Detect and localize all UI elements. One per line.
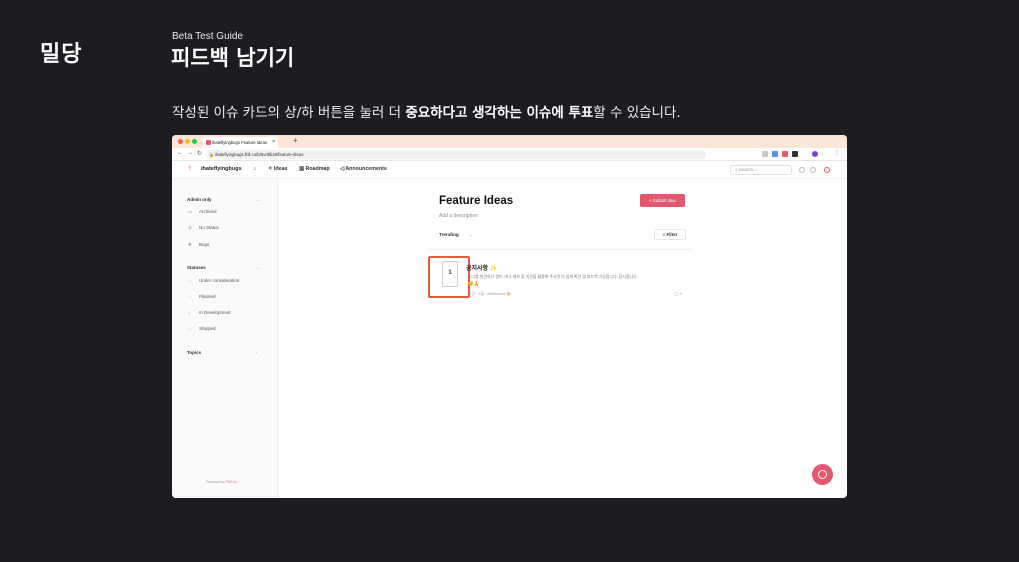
search-input[interactable]: ⌕ Search... — [730, 165, 792, 175]
window-maximize-dot[interactable] — [192, 139, 197, 144]
powered-brand: Frill.co — [225, 480, 237, 484]
nav-roadmap[interactable]: ▥ Roadmap — [299, 166, 330, 172]
description-text-end: 할 수 있습니다. — [593, 105, 681, 121]
post-body: 버그를 발견하신 경우, 버그 제보 및 의견을 활용해 주시면 더 쉽게 확인… — [468, 274, 637, 279]
sidebar-item-shipped[interactable]: ○ Shipped — [188, 326, 216, 331]
description-bold: 중요하다고 생각하는 이슈에 투표 — [405, 105, 594, 121]
powered-label: Powered by — [206, 480, 225, 484]
sidebar-item-label: Shipped — [199, 326, 216, 331]
slide-description: 작성된 이슈 카드의 상/하 버튼을 눌러 더 중요하다고 생각하는 이슈에 투… — [172, 101, 681, 121]
help-chat-button[interactable] — [812, 464, 833, 485]
extension-icon[interactable] — [782, 151, 788, 157]
status-dot-icon: ○ — [188, 310, 191, 315]
user-avatar[interactable] — [824, 167, 830, 173]
chevron-down-icon[interactable]: ⌄ — [469, 232, 472, 237]
sidebar-group-statuses[interactable]: Statuses — [187, 265, 206, 270]
app-name[interactable]: ihateflyingbugs — [201, 166, 242, 172]
window-close-dot[interactable] — [178, 139, 183, 144]
sidebar-item-label: Under consideration — [199, 278, 240, 283]
filter-label: Filter — [666, 232, 678, 237]
notification-icon[interactable] — [799, 167, 805, 173]
extensions-puzzle-icon[interactable] — [792, 151, 798, 157]
filter-button[interactable]: ≡ Filter — [654, 229, 686, 240]
sidebar-item-under-consideration[interactable]: ○ Under consideration — [188, 278, 239, 283]
app-navbar: ! ihateflyingbugs ⌂ ✧ Ideas ▥ Roadmap ◁ … — [172, 161, 847, 179]
status-dot-icon: ○ — [188, 278, 191, 283]
address-bar[interactable]: 🔒 ihateflyingbugs.frill.co/b/6vr0lk40/fe… — [206, 150, 706, 159]
chevron-down-icon[interactable]: ⌄ — [256, 265, 259, 270]
sidebar-item-planned[interactable]: ○ Planned — [188, 294, 216, 299]
home-icon[interactable]: ⌂ — [253, 166, 256, 172]
sidebar-item-label: Bugs — [199, 242, 210, 247]
nav-ideas[interactable]: ✧ Ideas — [268, 166, 287, 172]
new-tab-button[interactable]: + — [293, 136, 298, 145]
tab-close-icon[interactable]: × — [272, 137, 275, 148]
browser-tabstrip: ihateflyingbugs Feature Ideas × + — [172, 135, 847, 148]
powered-by[interactable]: Powered by Frill.co — [206, 480, 237, 484]
profile-avatar[interactable] — [812, 151, 818, 157]
tab-title: ihateflyingbugs Feature Ideas — [212, 140, 267, 145]
page-title: Feature Ideas — [439, 195, 514, 207]
sidebar-item-label: Archived — [199, 209, 217, 214]
submit-idea-button[interactable]: + Submit Idea — [640, 194, 685, 207]
chevron-down-icon[interactable]: ⌄ — [256, 197, 259, 202]
account-icon[interactable] — [810, 167, 816, 173]
extension-icon[interactable] — [772, 151, 778, 157]
lock-icon: 🔒 — [209, 152, 214, 157]
post-title[interactable]: 공지사항 ✨ — [466, 263, 497, 272]
comment-count-value: 0 — [679, 291, 682, 296]
search-placeholder: Search... — [738, 167, 757, 172]
bug-icon: ✺ — [188, 242, 192, 247]
nav-announcements[interactable]: ◁ Announcements — [340, 166, 387, 172]
forward-icon[interactable]: → — [187, 150, 193, 156]
back-icon[interactable]: ← — [177, 150, 183, 156]
sidebar-item-bugs[interactable]: ✺ Bugs — [188, 242, 209, 248]
nav-announcements-label: Announcements — [345, 166, 387, 172]
page-description[interactable]: Add a description — [439, 213, 478, 219]
sidebar-item-label: No Status — [199, 225, 219, 230]
address-text: ihateflyingbugs.frill.co/b/6vr0lk40/feat… — [215, 152, 304, 157]
nav-ideas-label: Ideas — [273, 166, 288, 172]
sidebar: Admin only ⌄ ▭ Archived ⊘ No Status ✺ Bugs … — [172, 179, 278, 498]
browser-screenshot: ihateflyingbugs Feature Ideas × + ← → ↻ … — [172, 135, 847, 498]
window-minimize-dot[interactable] — [185, 139, 190, 144]
sidebar-group-topics[interactable]: Topics — [187, 350, 201, 355]
sort-dropdown[interactable]: Trending — [439, 232, 459, 237]
divider — [429, 249, 691, 250]
nav-roadmap-label: Roadmap — [305, 166, 330, 172]
sidebar-item-label: In Development — [199, 310, 231, 315]
sidebar-item-no-status[interactable]: ⊘ No Status — [188, 225, 219, 231]
browser-menu-icon[interactable]: ⋮ — [834, 149, 840, 156]
slide-subtitle: Beta Test Guide — [172, 31, 243, 42]
reload-icon[interactable]: ↻ — [197, 150, 202, 157]
chevron-right-icon[interactable]: › — [256, 350, 257, 355]
chat-icon — [818, 470, 827, 479]
browser-toolbar: ← → ↻ 🔒 ihateflyingbugs.frill.co/b/6vr0l… — [172, 148, 847, 161]
comment-count[interactable]: ◯ 0 — [674, 291, 682, 296]
brand-logo: 밀당 — [40, 42, 83, 67]
slide-title: 피드백 남기기 — [171, 46, 295, 70]
sidebar-item-archived[interactable]: ▭ Archived — [188, 209, 217, 215]
browser-tab[interactable]: ihateflyingbugs Feature Ideas × — [203, 137, 278, 148]
post-meta: 밀당 · 1월 · #Welcome 👋 — [468, 292, 511, 296]
no-status-icon: ⊘ — [188, 225, 192, 230]
status-dot-icon: ○ — [188, 326, 191, 331]
extension-icon[interactable] — [762, 151, 768, 157]
post-emoji: 😊🙏 — [468, 281, 480, 286]
app-logo-icon[interactable]: ! — [189, 166, 195, 174]
description-text: 작성된 이슈 카드의 상/하 버튼을 눌러 더 — [172, 105, 406, 121]
tab-favicon-icon — [206, 140, 211, 145]
sidebar-item-label: Planned — [199, 294, 216, 299]
sidebar-item-in-development[interactable]: ○ In Development — [188, 310, 231, 315]
archive-icon: ▭ — [188, 209, 193, 214]
sidebar-group-admin[interactable]: Admin only — [187, 197, 212, 202]
vote-highlight-box — [428, 256, 470, 298]
status-dot-icon: ○ — [188, 294, 191, 299]
